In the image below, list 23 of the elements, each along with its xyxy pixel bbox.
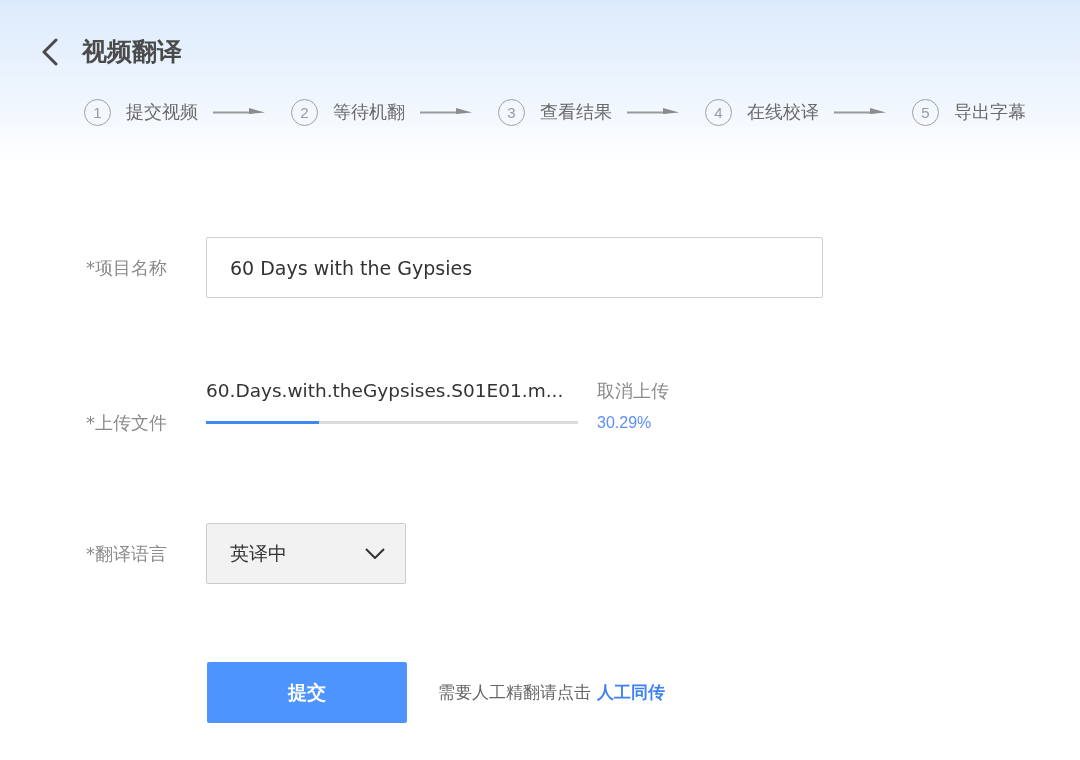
- page-title: 视频翻译: [82, 38, 182, 66]
- step-label: 在线校译: [747, 100, 819, 124]
- step-label: 提交视频: [126, 100, 198, 124]
- help-text: 需要人工精翻请点击 人工同传: [438, 681, 665, 704]
- field-label: *项目名称: [86, 255, 168, 280]
- input-field[interactable]: 60 Days with the Gypsies: [206, 237, 823, 298]
- language-dropdown[interactable]: 英译中: [206, 523, 406, 584]
- link[interactable]: 人工同传: [597, 682, 665, 702]
- file-name: 60.Days.with.theGypsises.S01E01.m...: [206, 379, 565, 403]
- cancel-link[interactable]: 取消上传: [597, 376, 669, 406]
- step-label: 查看结果: [540, 100, 612, 124]
- step-label: 等待机翻: [333, 100, 405, 124]
- back-icon[interactable]: [40, 38, 60, 66]
- submit-button[interactable]: 提交: [207, 662, 407, 723]
- chevron-down-icon: [365, 548, 385, 559]
- field-label: *上传文件: [86, 411, 168, 435]
- step-label: 导出字幕: [954, 100, 1026, 124]
- progress-percent: 30.29%: [597, 413, 653, 433]
- field-label: *翻译语言: [86, 541, 168, 566]
- arrow-icon: [627, 107, 679, 117]
- arrow-icon: [420, 107, 472, 117]
- arrow-icon: [834, 107, 886, 117]
- arrow-icon: [213, 107, 265, 117]
